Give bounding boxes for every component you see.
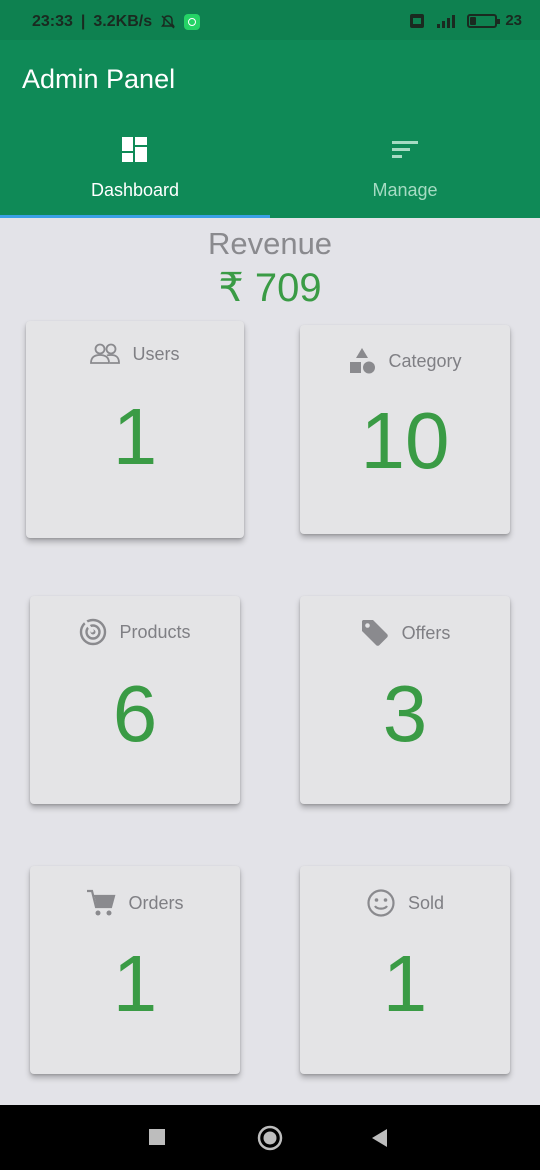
card-value: 1 [382, 939, 428, 1028]
battery-fill [470, 16, 477, 25]
app-title: Admin Panel [22, 64, 176, 94]
smiley-icon [367, 889, 395, 917]
tag-icon [361, 620, 388, 646]
status-bar: 23:33 | 3.2KB/s 23 [0, 0, 540, 40]
card-orders[interactable]: Orders 1 [30, 866, 240, 1074]
status-right: 23 [409, 12, 522, 29]
revenue-title: Revenue [207, 226, 333, 261]
card-products[interactable]: Products 6 [30, 596, 240, 804]
card-offers[interactable]: Offers 3 [300, 596, 510, 804]
dashboard-icon [122, 137, 147, 162]
bell-off-icon [161, 15, 176, 29]
status-separator: | [80, 13, 86, 30]
card-header: Category [300, 347, 510, 375]
system-nav-bar [0, 1105, 540, 1170]
card-header: Users [26, 343, 244, 365]
tab-manage-label: Manage [372, 180, 438, 200]
tab-indicator [0, 215, 270, 218]
app-bar: Admin Panel Dashboard Manage [0, 40, 540, 218]
card-category[interactable]: Category 10 [300, 325, 510, 534]
signal-icon [437, 14, 456, 28]
card-label: Sold [407, 892, 445, 913]
recents-icon[interactable] [148, 1128, 166, 1146]
tab-dashboard[interactable]: Dashboard [0, 128, 270, 218]
battery-icon [467, 13, 501, 28]
volte-icon [410, 13, 425, 28]
sort-icon [392, 141, 418, 158]
users-icon [90, 343, 121, 364]
card-label: Orders [128, 892, 184, 913]
tab-manage[interactable]: Manage [270, 128, 540, 218]
card-value: 10 [360, 396, 450, 485]
battery-percent: 23 [505, 12, 522, 29]
card-value: 1 [112, 392, 158, 481]
status-left: 23:33 | 3.2KB/s [32, 13, 201, 31]
card-value: 1 [112, 939, 158, 1028]
card-value: 6 [112, 669, 158, 758]
whatsapp-icon [184, 14, 201, 30]
card-users[interactable]: Users 1 [26, 321, 244, 538]
card-header: Offers [300, 618, 510, 648]
status-speed: 3.2KB/s [93, 13, 153, 30]
card-label: Offers [401, 622, 451, 643]
home-icon[interactable] [257, 1125, 283, 1151]
products-icon [80, 618, 107, 646]
cart-icon [87, 889, 116, 916]
card-header: Sold [300, 888, 510, 918]
back-icon[interactable] [371, 1128, 389, 1148]
card-value: 3 [382, 669, 428, 758]
tab-dashboard-label: Dashboard [90, 180, 180, 200]
status-time: 23:33 [32, 13, 73, 30]
card-label: Category [388, 350, 462, 371]
card-header: Orders [30, 888, 240, 918]
card-sold[interactable]: Sold 1 [300, 866, 510, 1074]
revenue-value: ₹ 709 [218, 266, 322, 310]
card-header: Products [30, 618, 240, 646]
category-icon [350, 348, 376, 374]
card-label: Users [132, 343, 180, 364]
tab-bar: Dashboard Manage [0, 128, 540, 218]
card-label: Products [119, 621, 191, 642]
